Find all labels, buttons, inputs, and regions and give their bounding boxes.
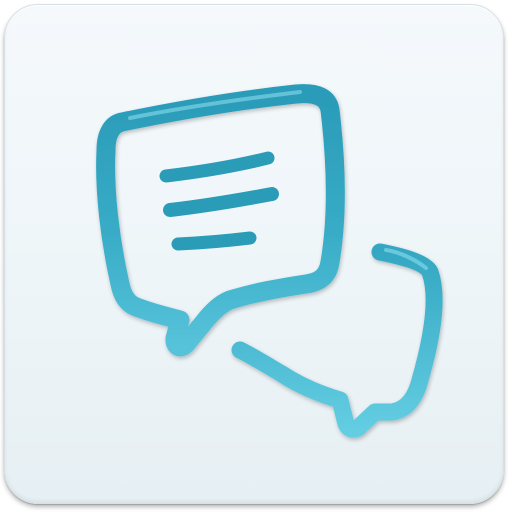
text-line-1 (159, 151, 275, 183)
back-speech-bubble (231, 243, 443, 438)
text-line-2 (163, 187, 279, 217)
message-text-lines (159, 151, 279, 251)
app-icon-frame (0, 0, 512, 512)
speech-bubbles-chat-icon (96, 84, 443, 438)
text-line-3 (171, 231, 257, 251)
front-speech-bubble (96, 84, 345, 357)
